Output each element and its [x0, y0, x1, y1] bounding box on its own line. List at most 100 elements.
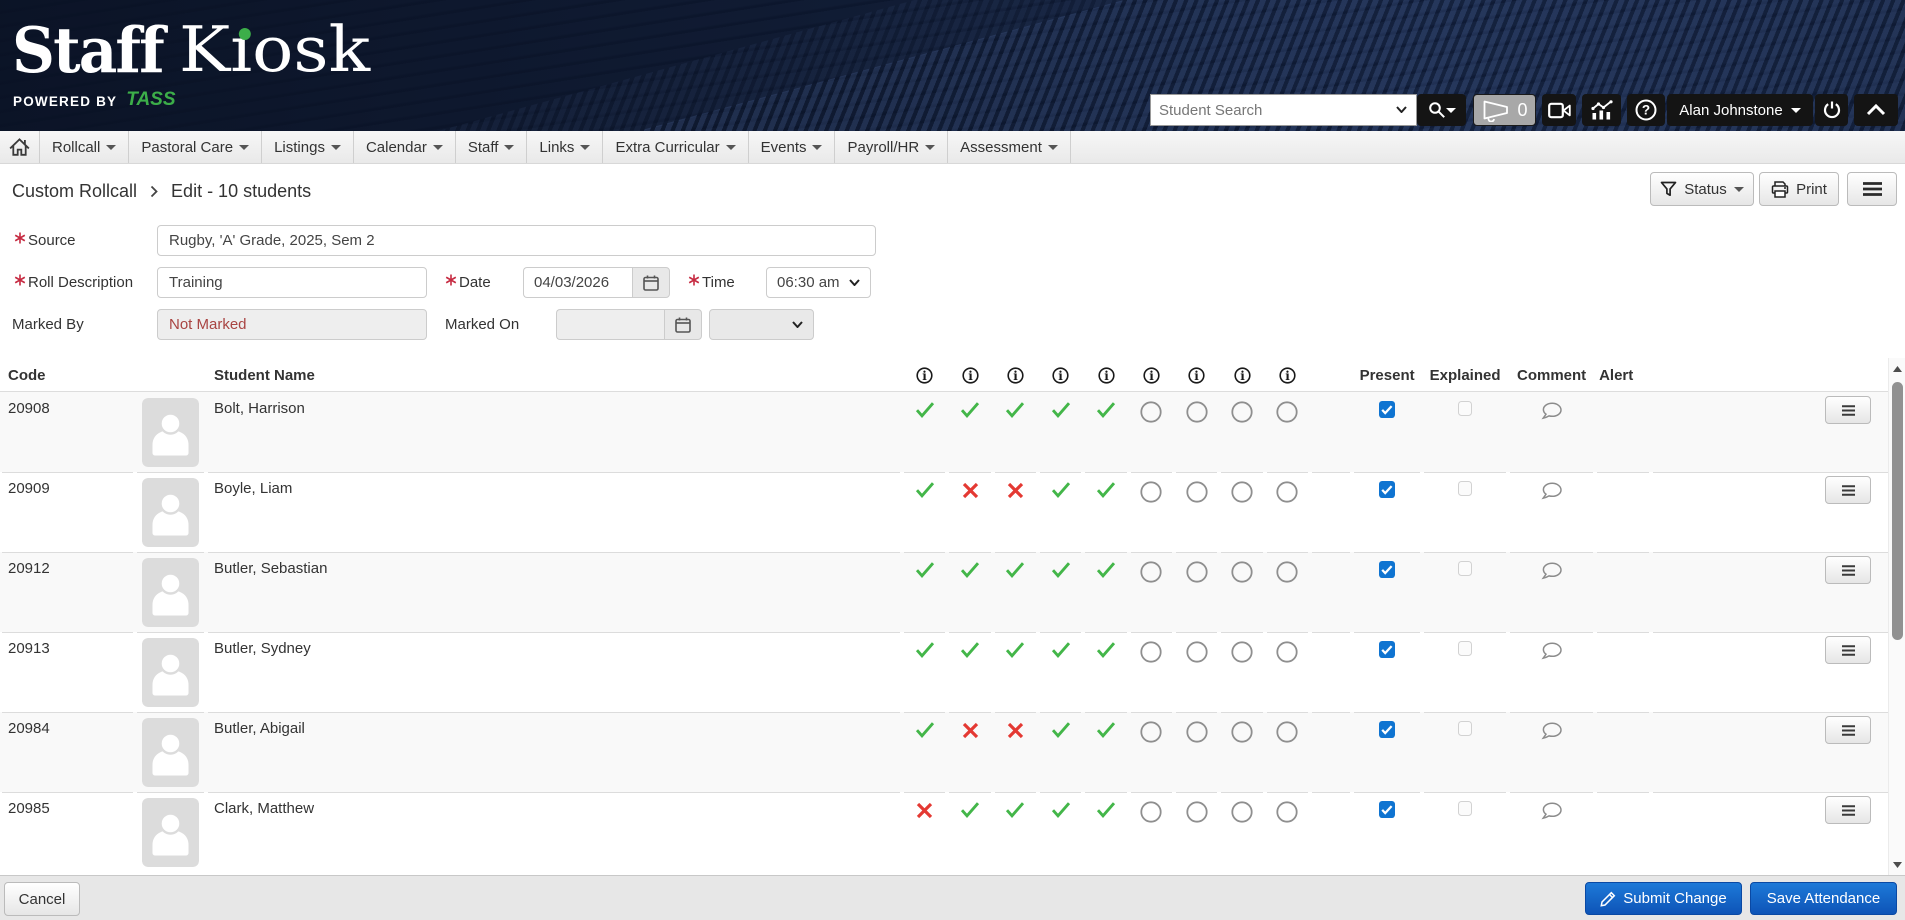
print-button[interactable]: Print	[1759, 172, 1839, 206]
scrollbar-down-arrow[interactable]	[1889, 856, 1905, 873]
info-icon[interactable]: i	[1052, 367, 1069, 384]
logout-button[interactable]	[1815, 94, 1848, 126]
info-icon[interactable]: i	[916, 367, 933, 384]
source-input[interactable]	[157, 225, 876, 256]
nav-item-events[interactable]: Events	[749, 131, 836, 163]
nav-item-links[interactable]: Links	[527, 131, 603, 163]
radio-circle-icon[interactable]	[1231, 721, 1253, 743]
present-checkbox[interactable]	[1379, 641, 1395, 658]
radio-circle-icon[interactable]	[1186, 561, 1208, 583]
notifications-button[interactable]: 0	[1473, 94, 1536, 126]
radio-circle-icon[interactable]	[1140, 401, 1162, 423]
radio-circle-icon[interactable]	[1231, 481, 1253, 503]
nav-item-listings[interactable]: Listings	[262, 131, 354, 163]
nav-item-calendar[interactable]: Calendar	[354, 131, 456, 163]
nav-item-payroll-hr[interactable]: Payroll/HR	[835, 131, 948, 163]
context-menu-button[interactable]	[1847, 172, 1897, 206]
nav-item-pastoral-care[interactable]: Pastoral Care	[129, 131, 262, 163]
present-checkbox[interactable]	[1379, 401, 1395, 418]
radio-circle-icon[interactable]	[1231, 641, 1253, 663]
radio-circle-icon[interactable]	[1140, 481, 1162, 503]
radio-circle-icon[interactable]	[1186, 721, 1208, 743]
present-checkbox[interactable]	[1379, 481, 1395, 498]
collapse-header-button[interactable]	[1854, 94, 1898, 126]
marked-on-picker-button[interactable]	[664, 309, 702, 340]
present-checkbox[interactable]	[1379, 561, 1395, 578]
info-icon[interactable]: i	[962, 367, 979, 384]
radio-circle-icon[interactable]	[1231, 561, 1253, 583]
col-header-info-4[interactable]: i	[1038, 358, 1083, 392]
col-header-info-7[interactable]: i	[1174, 358, 1219, 392]
radio-circle-icon[interactable]	[1186, 801, 1208, 823]
row-menu-button[interactable]	[1825, 476, 1871, 504]
col-header-info-1[interactable]: i	[902, 358, 947, 392]
row-menu-button[interactable]	[1825, 636, 1871, 664]
save-attendance-button[interactable]: Save Attendance	[1750, 882, 1897, 915]
radio-circle-icon[interactable]	[1140, 801, 1162, 823]
info-icon[interactable]: i	[1279, 367, 1296, 384]
analytics-button[interactable]	[1582, 94, 1621, 126]
row-menu-button[interactable]	[1825, 716, 1871, 744]
search-button[interactable]	[1417, 94, 1466, 126]
info-icon[interactable]: i	[1007, 367, 1024, 384]
present-checkbox[interactable]	[1379, 801, 1395, 818]
radio-circle-icon[interactable]	[1276, 641, 1298, 663]
nav-item-rollcall[interactable]: Rollcall	[40, 131, 129, 163]
breadcrumb-parent[interactable]: Custom Rollcall	[12, 181, 137, 202]
nav-item-extra-curricular[interactable]: Extra Curricular	[603, 131, 748, 163]
comment-icon[interactable]	[1541, 561, 1562, 580]
explained-checkbox[interactable]	[1458, 481, 1472, 496]
explained-checkbox[interactable]	[1458, 401, 1472, 416]
scrollbar-up-arrow[interactable]	[1889, 360, 1905, 377]
info-icon[interactable]: i	[1188, 367, 1205, 384]
radio-circle-icon[interactable]	[1231, 801, 1253, 823]
help-button[interactable]: ?	[1627, 94, 1665, 126]
radio-circle-icon[interactable]	[1276, 401, 1298, 423]
col-header-info-2[interactable]: i	[947, 358, 992, 392]
user-menu-button[interactable]: Alan Johnstone	[1667, 94, 1813, 126]
explained-checkbox[interactable]	[1458, 641, 1472, 656]
radio-circle-icon[interactable]	[1186, 641, 1208, 663]
comment-icon[interactable]	[1541, 801, 1562, 820]
comment-icon[interactable]	[1541, 721, 1562, 740]
radio-circle-icon[interactable]	[1276, 481, 1298, 503]
present-checkbox[interactable]	[1379, 721, 1395, 738]
radio-circle-icon[interactable]	[1140, 641, 1162, 663]
col-header-info-3[interactable]: i	[993, 358, 1038, 392]
date-picker-button[interactable]	[632, 267, 670, 298]
comment-icon[interactable]	[1541, 641, 1562, 660]
info-icon[interactable]: i	[1234, 367, 1251, 384]
comment-icon[interactable]	[1541, 401, 1562, 420]
roll-description-input[interactable]	[157, 267, 427, 298]
info-icon[interactable]: i	[1098, 367, 1115, 384]
row-menu-button[interactable]	[1825, 556, 1871, 584]
vertical-scrollbar[interactable]	[1888, 358, 1905, 875]
radio-circle-icon[interactable]	[1140, 561, 1162, 583]
submit-change-button[interactable]: Submit Change	[1585, 882, 1742, 915]
explained-checkbox[interactable]	[1458, 561, 1472, 576]
info-icon[interactable]: i	[1143, 367, 1160, 384]
nav-home[interactable]	[0, 131, 40, 163]
radio-circle-icon[interactable]	[1276, 801, 1298, 823]
row-menu-button[interactable]	[1825, 396, 1871, 424]
col-header-info-8[interactable]: i	[1219, 358, 1264, 392]
nav-item-staff[interactable]: Staff	[456, 131, 528, 163]
cancel-button[interactable]: Cancel	[4, 882, 80, 916]
explained-checkbox[interactable]	[1458, 721, 1472, 736]
date-input[interactable]	[523, 267, 632, 298]
explained-checkbox[interactable]	[1458, 801, 1472, 816]
col-header-info-6[interactable]: i	[1129, 358, 1174, 392]
row-menu-button[interactable]	[1825, 796, 1871, 824]
radio-circle-icon[interactable]	[1276, 721, 1298, 743]
scrollbar-thumb[interactable]	[1892, 382, 1903, 640]
video-button[interactable]	[1542, 94, 1576, 126]
time-select[interactable]: 06:30 am	[766, 267, 871, 298]
radio-circle-icon[interactable]	[1140, 721, 1162, 743]
col-header-info-5[interactable]: i	[1083, 358, 1128, 392]
radio-circle-icon[interactable]	[1231, 401, 1253, 423]
col-header-info-9[interactable]: i	[1265, 358, 1310, 392]
status-button[interactable]: Status	[1650, 172, 1754, 206]
student-search-select[interactable]: Student Search	[1150, 94, 1417, 126]
radio-circle-icon[interactable]	[1276, 561, 1298, 583]
nav-item-assessment[interactable]: Assessment	[948, 131, 1071, 163]
